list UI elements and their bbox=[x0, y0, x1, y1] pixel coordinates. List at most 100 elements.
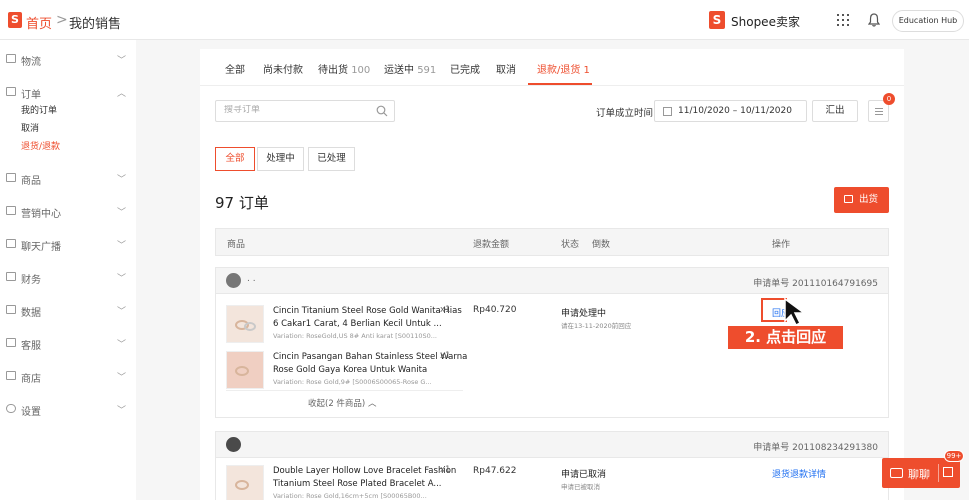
sidebar-item-service[interactable]: 客服 ﹀ bbox=[0, 334, 136, 352]
apps-grid-icon[interactable] bbox=[837, 14, 849, 26]
sidebar-subitem-cancel[interactable]: 取消 bbox=[21, 121, 39, 134]
avatar bbox=[226, 437, 241, 452]
sidebar-item-logistics[interactable]: 物流 ﹀ bbox=[0, 50, 136, 68]
sidebar-item-label: 聊天广播 bbox=[21, 242, 61, 253]
column-countdown: 倒数 bbox=[592, 240, 611, 250]
sidebar-item-label: 数据 bbox=[21, 308, 41, 319]
tab-completed[interactable]: 已完成 bbox=[450, 61, 480, 76]
tab-cancelled[interactable]: 取消 bbox=[496, 61, 516, 76]
request-number: 申请单号 201108234291380 bbox=[753, 443, 878, 453]
shopee-seller-logo-icon: S bbox=[709, 11, 725, 29]
subtab-all[interactable]: 全部 bbox=[215, 147, 255, 171]
sidebar-item-label: 商品 bbox=[21, 176, 41, 187]
subtab-processed[interactable]: 已处理 bbox=[308, 147, 355, 171]
sidebar-subitem-returns[interactable]: 退货/退款 bbox=[21, 139, 60, 152]
divider bbox=[938, 464, 939, 482]
unread-badge: 99+ bbox=[944, 450, 964, 462]
chevron-down-icon: ﹀ bbox=[117, 175, 127, 185]
gear-icon bbox=[6, 404, 16, 413]
return-details-link[interactable]: 退货退款详情 bbox=[772, 467, 826, 480]
tag-icon bbox=[6, 206, 16, 215]
divider bbox=[226, 390, 463, 391]
product-thumbnail bbox=[226, 465, 264, 500]
sidebar-item-orders[interactable]: 订单 ︿ bbox=[0, 83, 136, 101]
export-count-badge: 0 bbox=[883, 93, 895, 105]
truck-icon bbox=[6, 54, 16, 63]
sidebar-item-products[interactable]: 商品 ﹀ bbox=[0, 169, 136, 187]
breadcrumb-current: 我的销售 bbox=[69, 17, 122, 32]
sidebar-item-label: 订单 bbox=[21, 90, 41, 101]
tab-to-ship[interactable]: 待出货 100 bbox=[318, 61, 370, 76]
export-button[interactable]: 汇出 bbox=[812, 100, 858, 122]
column-product: 商品 bbox=[227, 240, 246, 250]
chevron-down-icon: ﹀ bbox=[117, 241, 127, 251]
return-request-card: 申请单号 201108234291380 Double Layer Hollow… bbox=[215, 431, 889, 500]
chevron-down-icon: ﹀ bbox=[117, 274, 127, 284]
chevron-down-icon: ﹀ bbox=[117, 373, 127, 383]
column-action: 操作 bbox=[772, 240, 791, 250]
sidebar-item-settings[interactable]: 设置 ﹀ bbox=[0, 400, 136, 418]
date-range-value: 11/10/2020 – 10/11/2020 bbox=[678, 106, 792, 116]
sidebar-item-marketing[interactable]: 营销中心 ﹀ bbox=[0, 202, 136, 220]
search-icon[interactable] bbox=[376, 105, 388, 117]
export-list-button[interactable]: 0 bbox=[868, 93, 895, 122]
chat-widget[interactable]: 聊聊 99+ bbox=[882, 450, 964, 488]
status-deadline: 请在13-11-2020前回应 bbox=[561, 322, 632, 330]
minimize-icon[interactable] bbox=[943, 467, 953, 477]
column-status: 状态 bbox=[561, 240, 580, 250]
sidebar-item-chat[interactable]: 聊天广播 ﹀ bbox=[0, 235, 136, 253]
product-variation: Variation: Rose Gold,16cm+5cm [S00065B00… bbox=[273, 492, 427, 500]
chevron-down-icon: ﹀ bbox=[117, 307, 127, 317]
box-icon bbox=[6, 173, 16, 182]
ship-button[interactable]: 出货 bbox=[834, 187, 889, 213]
bell-icon[interactable] bbox=[868, 13, 880, 27]
request-header: 申请单号 201108234291380 bbox=[216, 432, 888, 458]
product-thumbnail bbox=[226, 305, 264, 343]
sidebar-item-label: 营销中心 bbox=[21, 209, 61, 220]
sidebar-item-label: 商店 bbox=[21, 374, 41, 385]
chevron-up-icon: ︿ bbox=[117, 89, 127, 99]
request-header: . . 申请单号 201110164791695 bbox=[216, 268, 888, 294]
shopee-logo-icon[interactable]: S bbox=[8, 12, 22, 28]
brand-name: Shopee卖家 bbox=[731, 15, 800, 29]
tab-shipping[interactable]: 运送中 591 bbox=[384, 61, 436, 76]
search-input[interactable] bbox=[224, 105, 374, 115]
subtab-processing[interactable]: 处理中 bbox=[257, 147, 304, 171]
request-status: 申请处理中 bbox=[561, 309, 607, 319]
package-icon bbox=[844, 195, 853, 203]
sidebar-subitem-my-sales[interactable]: 我的订单 bbox=[21, 103, 57, 116]
shop-icon bbox=[6, 371, 16, 380]
calendar-icon bbox=[663, 107, 672, 116]
sidebar: 物流 ﹀ 订单 ︿ 我的订单 取消 退货/退款 商品 ﹀ 营销中心 ﹀ 聊天广播 ﹀ 财务… bbox=[0, 40, 136, 500]
sidebar-item-data[interactable]: 数据 ﹀ bbox=[0, 301, 136, 319]
order-search[interactable] bbox=[215, 100, 395, 122]
chat-bubble-icon bbox=[890, 468, 903, 478]
date-range-picker[interactable]: 11/10/2020 – 10/11/2020 bbox=[654, 100, 807, 122]
product-quantity: x1 bbox=[440, 465, 451, 475]
collapse-items-toggle[interactable]: 收起(2 件商品) ︿ bbox=[308, 397, 376, 409]
top-bar: S 首页 > 我的销售 S Shopee卖家 Education Hub bbox=[0, 0, 969, 40]
buyer-name[interactable]: . . bbox=[247, 274, 256, 284]
chart-icon bbox=[6, 305, 16, 314]
tab-unpaid[interactable]: 尚未付款 bbox=[263, 61, 303, 76]
product-item: Cincin Titanium Steel Rose Gold Wanita H… bbox=[226, 305, 466, 349]
column-refund-amount: 退款金额 bbox=[473, 240, 510, 250]
tab-returns[interactable]: 退款/退货 1 bbox=[537, 61, 590, 76]
refund-amount: Rp40.720 bbox=[473, 305, 517, 315]
tab-all[interactable]: 全部 bbox=[225, 61, 245, 76]
refund-amount: Rp47.622 bbox=[473, 466, 517, 476]
date-filter-label: 订单成立时间 bbox=[596, 108, 654, 119]
chevron-down-icon: ﹀ bbox=[117, 208, 127, 218]
education-hub-button[interactable]: Education Hub bbox=[892, 10, 964, 32]
sidebar-item-finance[interactable]: 财务 ﹀ bbox=[0, 268, 136, 286]
tutorial-annotation: 2. 点击回应 bbox=[728, 326, 843, 349]
order-count: 97 订单 bbox=[215, 194, 269, 212]
main-panel: 全部 尚未付款 待出货 100 运送中 591 已完成 取消 退款/退货 1 订… bbox=[200, 49, 904, 500]
sidebar-item-shop[interactable]: 商店 ﹀ bbox=[0, 367, 136, 385]
breadcrumb-home[interactable]: 首页 bbox=[26, 13, 52, 32]
status-note: 申请已被取消 bbox=[561, 483, 600, 491]
request-status: 申请已取消 bbox=[561, 470, 607, 480]
product-quantity: x1 bbox=[440, 305, 451, 315]
chevron-down-icon: ﹀ bbox=[117, 56, 127, 66]
product-item: Double Layer Hollow Love Bracelet Fashio… bbox=[226, 465, 466, 500]
